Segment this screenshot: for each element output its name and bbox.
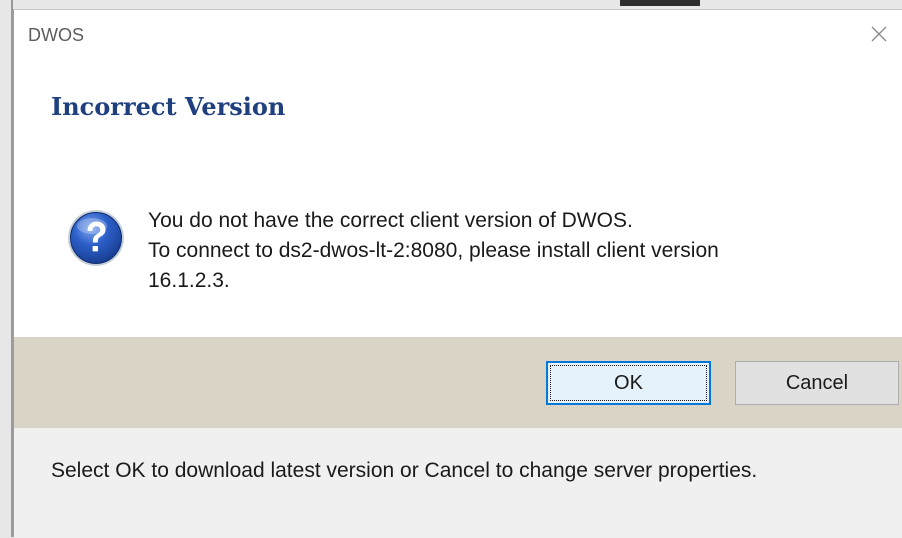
close-button[interactable] [856,10,902,58]
message-line: To connect to ds2-dwos-lt-2:8080, please… [148,239,719,262]
cancel-button[interactable]: Cancel [735,361,899,405]
title-bar[interactable]: DWOS [14,10,902,58]
close-icon [871,26,887,42]
ok-button-label: OK [614,371,643,394]
cancel-button-label: Cancel [785,371,849,394]
footer: Select OK to download latest version or … [14,428,902,538]
window-title: DWOS [28,25,84,45]
message-line: 16.1.2.3. [148,269,230,292]
main-instruction: Incorrect Version [51,92,286,121]
footer-text: Select OK to download latest version or … [51,459,758,482]
message-line: You do not have the correct client versi… [148,209,633,232]
background-window-edge [620,0,700,6]
button-bar: OK Cancel [14,337,902,428]
message-text: You do not have the correct client versi… [148,206,902,296]
task-dialog: DWOS Incorrect Version You do not have t… [13,9,902,538]
ok-button[interactable]: OK [546,361,711,405]
question-icon [68,210,124,266]
